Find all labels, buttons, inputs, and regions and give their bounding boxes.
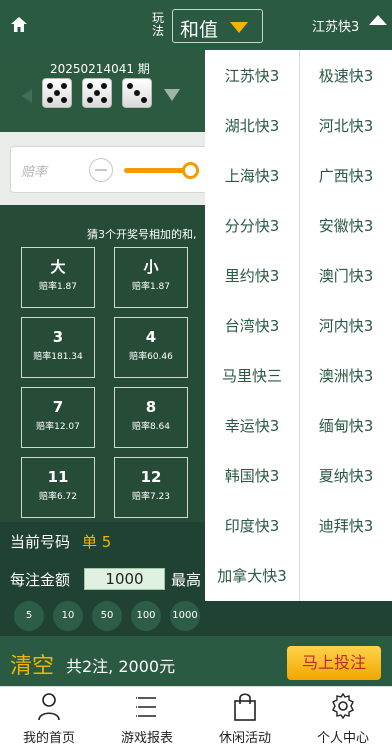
region-option[interactable]: 台湾快3 [205, 311, 299, 341]
tab-profile[interactable]: 个人中心 [294, 687, 392, 747]
region-option[interactable]: 缅甸快3 [299, 411, 392, 441]
bet-option-label: 3 [52, 328, 64, 346]
play-description: 猜3个开奖号相加的和, [87, 228, 197, 241]
region-option[interactable]: 马里快三 [205, 361, 299, 391]
region-option[interactable]: 河内快3 [299, 311, 392, 341]
region-selector[interactable]: 江苏快3 [312, 16, 359, 35]
bet-option-rate: 赔率60.46 [129, 352, 173, 362]
tab-home[interactable]: 我的首页 [0, 687, 98, 747]
region-option[interactable]: 澳洲快3 [299, 361, 392, 391]
bet-option[interactable]: 4 赔率60.46 [114, 317, 188, 378]
region-option[interactable]: 分分快3 [205, 211, 299, 241]
bet-action-bar: 清空 共2注, 2000元 马上投注 [0, 636, 392, 686]
region-option[interactable]: 河北快3 [299, 111, 392, 141]
odds-slider-handle[interactable] [182, 162, 199, 179]
bet-option[interactable]: 大 赔率1.87 [21, 247, 95, 308]
tab-label: 游戏报表 [120, 731, 173, 746]
bet-option-rate: 赔率1.87 [38, 282, 78, 292]
play-type-value: 和值 [180, 19, 219, 41]
bet-option-rate: 赔率6.72 [38, 492, 78, 502]
bet-option[interactable]: 11 赔率6.72 [21, 457, 95, 518]
place-bet-button[interactable]: 马上投注 [287, 646, 381, 680]
gear-icon [332, 692, 354, 720]
bottom-tab-bar: 我的首页 游戏报表 休闲活动 个人中心 [0, 686, 392, 747]
bet-option-label: 7 [52, 398, 64, 416]
bet-option-label: 12 [140, 468, 162, 486]
prev-arrow-icon[interactable] [22, 89, 32, 103]
region-option[interactable]: 安徽快3 [299, 211, 392, 241]
region-option[interactable]: 极速快3 [299, 61, 392, 91]
list-icon [136, 697, 156, 717]
region-option[interactable]: 夏纳快3 [299, 461, 392, 491]
bet-option[interactable]: 3 赔率181.34 [21, 317, 95, 378]
bet-option-rate: 赔率12.07 [36, 422, 80, 432]
region-option[interactable]: 江苏快3 [205, 61, 299, 91]
tab-activity[interactable]: 休闲活动 [196, 687, 294, 747]
current-number-label: 当前号码 [10, 533, 71, 551]
home-icon[interactable] [8, 14, 30, 36]
amount-label: 每注金额 [10, 571, 71, 589]
caret-up-icon[interactable] [369, 15, 387, 25]
dice-icon [122, 78, 152, 108]
bag-icon [234, 693, 256, 721]
bet-option-label: 大 [50, 258, 66, 276]
region-option[interactable]: 里约快3 [205, 261, 299, 291]
minus-icon[interactable] [89, 158, 113, 182]
region-option[interactable]: 印度快3 [205, 511, 299, 541]
chip-button[interactable]: 1000 [170, 601, 200, 631]
amount-input[interactable] [84, 568, 165, 590]
odds-control: 赔率 [10, 146, 210, 193]
play-type-label: 玩法 [152, 11, 165, 38]
odds-placeholder: 赔率 [21, 165, 48, 180]
tab-label: 休闲活动 [218, 731, 271, 746]
chip-button[interactable]: 10 [53, 601, 83, 631]
bet-option-label: 8 [145, 398, 157, 416]
bet-option-label: 11 [47, 468, 69, 486]
bet-option-label: 小 [143, 258, 159, 276]
person-icon [38, 693, 60, 721]
bet-option-label: 4 [145, 328, 157, 346]
region-option[interactable]: 澳门快3 [299, 261, 392, 291]
expand-history-icon[interactable] [164, 89, 180, 101]
dice-icon [82, 78, 112, 108]
tab-label: 个人中心 [316, 731, 369, 746]
bet-option-rate: 赔率181.34 [33, 352, 83, 362]
clear-button[interactable]: 清空 [10, 648, 54, 680]
bet-option[interactable]: 8 赔率8.64 [114, 387, 188, 448]
caret-down-icon [230, 22, 248, 33]
period-number: 20250214041 期 [50, 62, 150, 76]
region-option[interactable]: 加拿大快3 [205, 561, 299, 591]
region-option[interactable]: 湖北快3 [205, 111, 299, 141]
region-option[interactable]: 韩国快3 [205, 461, 299, 491]
bet-option[interactable]: 7 赔率12.07 [21, 387, 95, 448]
bet-option[interactable]: 小 赔率1.87 [114, 247, 188, 308]
chip-button[interactable]: 50 [92, 601, 122, 631]
region-option[interactable]: 幸运快3 [205, 411, 299, 441]
bet-option-rate: 赔率7.23 [131, 492, 171, 502]
bet-option-rate: 赔率1.87 [131, 282, 171, 292]
chip-row: 5 10 50 100 1000 [0, 598, 392, 636]
chip-button[interactable]: 5 [14, 601, 44, 631]
tab-label: 我的首页 [22, 731, 75, 746]
region-option[interactable]: 广西快3 [299, 161, 392, 191]
region-dropdown: 江苏快3 湖北快3 上海快3 分分快3 里约快3 台湾快3 马里快三 幸运快3 … [205, 50, 392, 601]
bet-option-rate: 赔率8.64 [131, 422, 171, 432]
max-amount-label: 最高 [171, 571, 202, 589]
region-option[interactable]: 上海快3 [205, 161, 299, 191]
current-number-value: 单 5 [82, 533, 112, 551]
top-header: 玩法 和值 江苏快3 [0, 0, 392, 50]
chip-button[interactable]: 100 [131, 601, 161, 631]
region-option[interactable]: 迪拜快3 [299, 511, 392, 541]
bet-summary: 共2注, 2000元 [66, 657, 176, 676]
dice-icon [42, 78, 72, 108]
bet-option[interactable]: 12 赔率7.23 [114, 457, 188, 518]
tab-report[interactable]: 游戏报表 [98, 687, 196, 747]
play-type-select[interactable]: 和值 [172, 9, 263, 43]
